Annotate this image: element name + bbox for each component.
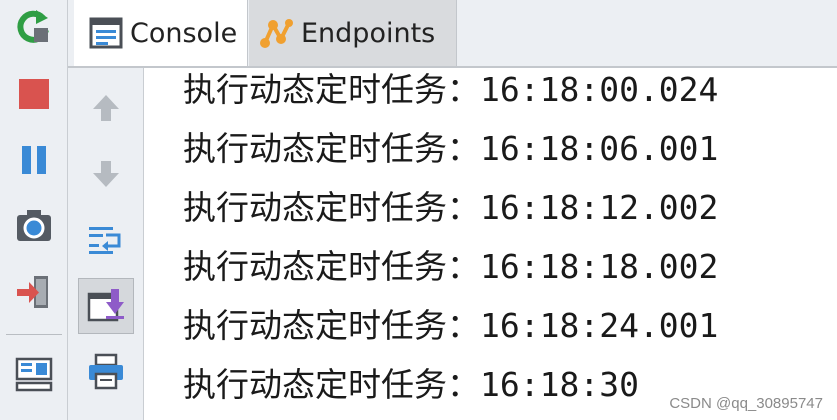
stop-icon	[19, 79, 49, 109]
watermark: CSDN @qq_30895747	[669, 395, 823, 412]
run-tool-window: Console Endpoints 执行动态定时任务：16:18:00.024 …	[0, 0, 837, 420]
soft-wrap-icon	[89, 227, 121, 254]
log-message: 执行动态定时任务：	[183, 129, 480, 168]
layout-icon	[15, 357, 53, 392]
log-timestamp: 16:18:12.002	[480, 188, 719, 227]
exit-button[interactable]	[12, 270, 56, 314]
arrow-down-icon	[93, 161, 119, 187]
log-timestamp: 16:18:18.002	[480, 247, 719, 286]
tab-bar: Console Endpoints	[68, 0, 837, 68]
scroll-to-end-icon	[87, 289, 124, 322]
console-toolbar	[68, 68, 144, 420]
camera-icon	[17, 210, 51, 241]
log-timestamp: 16:18:24.001	[480, 306, 719, 345]
layout-button[interactable]	[12, 352, 56, 396]
toolbar-separator	[6, 334, 62, 335]
exit-icon	[17, 276, 48, 308]
tab-endpoints[interactable]: Endpoints	[249, 0, 457, 66]
log-message: 执行动态定时任务：	[183, 70, 480, 109]
down-stack-button[interactable]	[78, 146, 134, 202]
log-timestamp: 16:18:00.024	[480, 70, 719, 109]
log-line: 执行动态定时任务：16:18:24.001	[183, 301, 718, 351]
log-line: 执行动态定时任务：16:18:00.024	[183, 68, 718, 115]
tab-console-label: Console	[130, 17, 238, 49]
thread-dump-button[interactable]	[12, 204, 56, 248]
stop-button[interactable]	[12, 72, 56, 116]
rerun-button[interactable]	[12, 6, 56, 50]
log-message: 执行动态定时任务：	[183, 247, 480, 286]
log-line: 执行动态定时任务：16:18:18.002	[183, 242, 718, 292]
up-stack-button[interactable]	[78, 80, 134, 136]
console-output[interactable]: 执行动态定时任务：16:18:00.024 执行动态定时任务：16:18:06.…	[145, 68, 837, 420]
rerun-icon	[17, 10, 49, 43]
pause-icon	[22, 146, 46, 174]
log-message: 执行动态定时任务：	[183, 365, 480, 404]
log-timestamp: 16:18:30	[480, 365, 639, 404]
run-toolbar	[0, 0, 68, 420]
log-timestamp: 16:18:06.001	[480, 129, 719, 168]
scroll-to-end-button[interactable]	[78, 278, 134, 334]
log-message: 执行动态定时任务：	[183, 188, 480, 227]
pause-button[interactable]	[12, 138, 56, 182]
arrow-up-icon	[93, 95, 119, 121]
tab-endpoints-label: Endpoints	[301, 17, 436, 49]
log-line: 执行动态定时任务：16:18:12.002	[183, 183, 718, 233]
endpoints-icon	[259, 15, 295, 51]
log-message: 执行动态定时任务：	[183, 306, 480, 345]
log-line: 执行动态定时任务：16:18:06.001	[183, 124, 718, 174]
tab-console[interactable]: Console	[74, 0, 248, 66]
soft-wrap-button[interactable]	[78, 212, 134, 268]
log-line: 执行动态定时任务：16:18:30	[183, 360, 639, 410]
print-button[interactable]	[78, 344, 134, 400]
console-icon	[88, 15, 124, 51]
print-icon	[89, 353, 123, 390]
